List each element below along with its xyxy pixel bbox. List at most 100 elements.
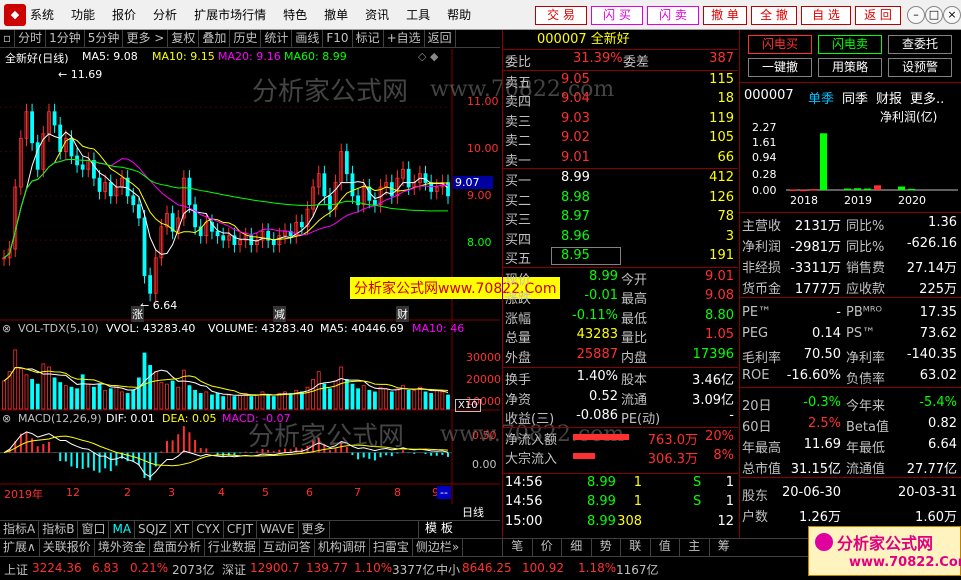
tick-row: 14:56 8.99 1 S 1 <box>503 474 738 494</box>
quote-view-tab[interactable]: 主 <box>679 538 709 556</box>
chart-settings-icon[interactable]: ◇ ◆ <box>418 50 438 63</box>
quote-view-tab[interactable]: 势 <box>590 538 621 556</box>
kline-chart-panel[interactable]: 全新好(日线) MA5: 9.08 MA10: 9.15 MA20: 9.16 … <box>0 49 624 519</box>
sells-row[interactable]: 卖一 9.01 66 <box>503 149 738 169</box>
tab-single-quarter[interactable]: 单季 <box>808 88 834 107</box>
macd-collapse-icon[interactable]: ⊗ <box>2 412 11 425</box>
indicator-tab[interactable]: WAVE <box>257 521 299 538</box>
menu-extended-market[interactable]: 扩展市场行情 <box>194 6 266 23</box>
menu-help[interactable]: 帮助 <box>447 6 471 23</box>
flash-sell-panel-button[interactable]: 闪电卖 <box>818 35 882 54</box>
candle-body <box>423 173 428 183</box>
watchlist-button[interactable]: 自 选 <box>801 6 851 25</box>
tool-mark[interactable]: 标记 <box>353 30 384 47</box>
flash-buy-panel-button[interactable]: 闪电买 <box>748 35 812 54</box>
app-logo-icon[interactable]: ◆ <box>4 3 26 26</box>
extension-tab[interactable]: 侧边栏» <box>413 539 464 556</box>
tool-add-watch[interactable]: +自选 <box>384 30 425 47</box>
tool-intraday[interactable]: 分时 <box>15 30 47 47</box>
financial-metric-value: 20-03-31 <box>897 485 957 500</box>
quote-view-tab[interactable]: 笔 <box>502 538 532 556</box>
tool-stats[interactable]: 统计 <box>261 30 293 47</box>
financial-metric-label: 应收款 <box>846 282 886 297</box>
marker-reduce[interactable]: 减 <box>273 306 286 322</box>
indicator-tab[interactable]: CFJT <box>224 521 258 538</box>
indicator-tab[interactable]: SQJZ <box>135 521 171 538</box>
marker-finance[interactable]: 财 <box>396 306 409 322</box>
marker-rise[interactable]: 涨 <box>131 306 144 322</box>
query-order-button[interactable]: 查委托 <box>888 35 952 54</box>
tool-f10[interactable]: F10 <box>323 30 353 47</box>
template-button[interactable]: 模 板 <box>418 520 459 538</box>
menu-news[interactable]: 资讯 <box>365 6 389 23</box>
quote-view-tab[interactable]: 筹 <box>708 538 739 556</box>
flash-sell-button[interactable]: 闪 卖 <box>647 6 699 25</box>
time-axis-end-icon[interactable]: -- <box>437 486 451 499</box>
flash-buy-button[interactable]: 闪 买 <box>591 6 643 25</box>
sells-row[interactable]: 卖二 9.02 105 <box>503 129 738 149</box>
fin-stock-code: 000007 <box>744 88 794 103</box>
indicator-tab[interactable]: XT <box>171 521 194 538</box>
chart-lock-icon[interactable]: ▫ <box>0 30 16 47</box>
sells-row[interactable]: 卖四 9.04 18 <box>503 90 738 110</box>
menu-feature[interactable]: 特色 <box>283 6 307 23</box>
volume-bar <box>406 389 411 410</box>
cancel-all-button[interactable]: 全 撤 <box>751 6 797 25</box>
tool-adjust[interactable]: 复权 <box>168 30 200 47</box>
tool-more[interactable]: 更多 > <box>123 30 169 47</box>
buys-row[interactable]: 买四 8.96 3 <box>503 228 738 248</box>
back-button[interactable]: 返 回 <box>855 6 901 25</box>
indicator-tab[interactable]: 更多 <box>299 521 330 538</box>
minimize-icon[interactable]: – <box>907 6 925 24</box>
tool-return[interactable]: 返回 <box>425 30 456 47</box>
extension-tab[interactable]: 境外资金 <box>95 539 150 556</box>
close-icon[interactable]: × <box>943 6 961 24</box>
indicator-tab[interactable]: MA <box>109 521 136 538</box>
indicator-tab[interactable]: CYX <box>193 521 224 538</box>
menu-tools[interactable]: 工具 <box>406 6 430 23</box>
tool-overlay[interactable]: 叠加 <box>199 30 231 47</box>
quote-view-tab[interactable]: 值 <box>649 538 680 556</box>
tool-draw[interactable]: 画线 <box>292 30 324 47</box>
ma60-legend: MA60: 8.99 <box>284 50 347 63</box>
maximize-icon[interactable]: □ <box>925 6 943 24</box>
tool-5min[interactable]: 5分钟 <box>85 30 124 47</box>
quote-view-tab[interactable]: 细 <box>561 538 591 556</box>
indicator-tab[interactable]: 指标A <box>0 521 40 538</box>
price-input-box[interactable] <box>551 247 621 265</box>
buys-row[interactable]: 买二 8.98 126 <box>503 189 738 209</box>
sells-row[interactable]: 卖五 9.05 115 <box>503 71 738 91</box>
menu-cancel-order[interactable]: 撤单 <box>324 6 348 23</box>
menu-analysis[interactable]: 分析 <box>153 6 177 23</box>
period-label[interactable]: 日线 <box>462 504 484 520</box>
menu-function[interactable]: 功能 <box>71 6 95 23</box>
indicator-tab[interactable]: 指标B <box>39 521 79 538</box>
one-click-cancel-button[interactable]: 一键撤 <box>748 58 812 77</box>
buys-row[interactable]: 买五 8.95 191 <box>503 247 738 267</box>
extension-tab[interactable]: 机构调研 <box>315 539 370 556</box>
extension-tab[interactable]: 扩展∧ <box>0 539 40 556</box>
set-alert-button[interactable]: 设预警 <box>888 58 952 77</box>
vol-collapse-icon[interactable]: ⊗ <box>2 322 11 335</box>
quote-view-tab[interactable]: 价 <box>531 538 562 556</box>
tool-history[interactable]: 历史 <box>230 30 262 47</box>
menu-quote[interactable]: 报价 <box>112 6 136 23</box>
extension-tab[interactable]: 扫雷宝 <box>370 539 413 556</box>
cancel-order-button[interactable]: 撤 单 <box>703 6 747 25</box>
indicator-tab[interactable]: 窗口 <box>78 521 110 538</box>
extension-tab[interactable]: 盘面分析 <box>150 539 205 556</box>
sells-row[interactable]: 卖三 9.03 119 <box>503 110 738 130</box>
menu-system[interactable]: 系统 <box>30 6 54 23</box>
extension-tab[interactable]: 互动问答 <box>260 539 315 556</box>
use-strategy-button[interactable]: 用策略 <box>818 58 882 77</box>
buys-row[interactable]: 买三 8.97 78 <box>503 208 738 228</box>
tool-1min[interactable]: 1分钟 <box>46 30 85 47</box>
tab-financial-report[interactable]: 财报 <box>876 88 902 107</box>
extension-tab[interactable]: 行业数据 <box>205 539 260 556</box>
trade-button[interactable]: 交 易 <box>535 6 587 25</box>
tab-same-quarter[interactable]: 同季 <box>842 88 868 107</box>
tab-more[interactable]: 更多.. <box>910 88 944 107</box>
quote-view-tab[interactable]: 联 <box>620 538 650 556</box>
buys-row[interactable]: 买一 8.99 412 <box>503 169 738 189</box>
extension-tab[interactable]: 关联报价 <box>40 539 95 556</box>
